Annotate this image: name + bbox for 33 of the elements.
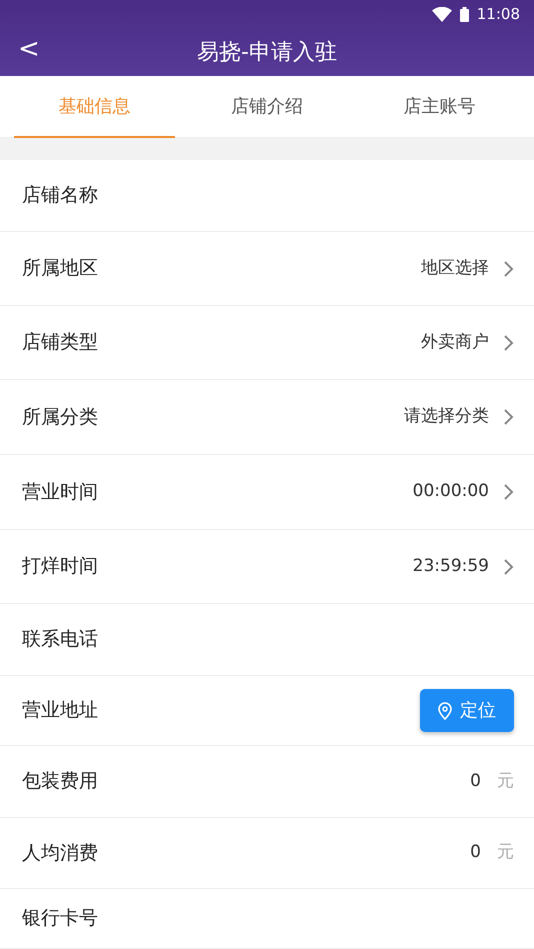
field-label: 店铺类型 (22, 330, 98, 356)
field-label: 所属地区 (22, 256, 98, 282)
field-label: 银行卡号 (22, 906, 98, 932)
field-label: 包装费用 (22, 769, 98, 794)
battery-icon (460, 6, 469, 22)
field-label: 人均消费 (22, 840, 98, 866)
select-value[interactable]: 00:00:00 (412, 479, 489, 505)
field-label: 所属分类 (22, 404, 98, 430)
chevron-right-icon (503, 558, 514, 576)
field-label: 联系电话 (22, 627, 98, 652)
field-label: 店铺名称 (22, 183, 98, 208)
field-label: 打烊时间 (22, 554, 98, 580)
tab[interactable]: 店铺介绍 (180, 76, 354, 137)
chevron-right-icon (503, 408, 514, 426)
wifi-icon (432, 6, 452, 22)
status-time: 11:08 (476, 4, 520, 25)
field-label: 营业地址 (22, 698, 98, 724)
select-value[interactable]: 地区选择 (421, 256, 489, 282)
chevron-right-icon (503, 334, 514, 352)
back-button[interactable]: < (14, 34, 44, 64)
chevron-right-icon (503, 483, 514, 501)
select-value[interactable]: 请选择分类 (404, 404, 489, 430)
page-title: 易挠-申请入驻 (197, 38, 337, 66)
select-value[interactable]: 外卖商户 (421, 330, 489, 356)
location-pin-icon (438, 702, 452, 720)
select-value[interactable]: 23:59:59 (412, 554, 489, 580)
field-label: 营业时间 (22, 480, 98, 505)
unit-label: 元 (497, 770, 514, 793)
chevron-right-icon (503, 260, 514, 278)
amount-value: 0 (470, 841, 481, 864)
tab[interactable]: 店主账号 (353, 76, 526, 137)
amount-value: 0 (470, 770, 481, 793)
unit-label: 元 (497, 841, 514, 864)
